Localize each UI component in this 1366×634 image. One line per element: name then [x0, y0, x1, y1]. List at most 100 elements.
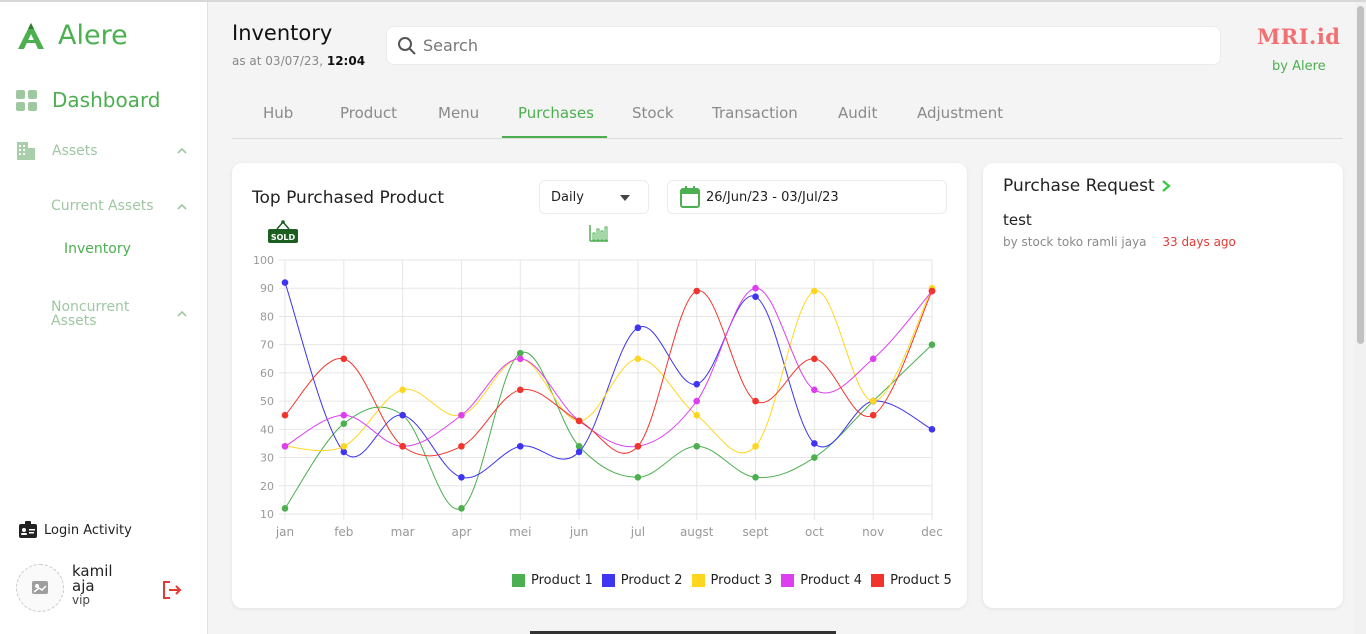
- x-tick-label: apr: [452, 525, 472, 539]
- data-point-product-2: [752, 293, 759, 300]
- date-range-picker[interactable]: 26/Jun/23 - 03/Jul/23: [667, 180, 947, 214]
- period-select[interactable]: Daily: [539, 180, 649, 214]
- legend-item-product-3[interactable]: Product 3: [691, 573, 773, 588]
- sidebar-item-label: Current Assets: [51, 198, 154, 214]
- tab-audit[interactable]: Audit: [838, 104, 877, 122]
- sidebar: Alere Dashboard Assets Current Assets In…: [0, 2, 208, 634]
- line-chart: 10 20 30 40 50 60 70 80 90 100 jan feb mar apr mei jun j…: [253, 254, 943, 539]
- data-point-product-2: [575, 448, 583, 456]
- y-tick-label: 100: [253, 254, 274, 267]
- legend-item-product-4[interactable]: Product 4: [781, 573, 862, 588]
- avatar[interactable]: [16, 564, 64, 612]
- purchase-request-card: Purchase Request test by stock toko raml…: [983, 163, 1343, 608]
- tab-purchases[interactable]: Purchases: [518, 104, 594, 122]
- chevron-up-icon[interactable]: [177, 309, 187, 319]
- x-tick-label: dec: [921, 525, 943, 539]
- sidebar-item-dashboard[interactable]: Dashboard: [16, 88, 161, 112]
- series-line-product-2: [284, 282, 933, 479]
- sidebar-item-noncurrent-assets[interactable]: Noncurrent Assets: [51, 300, 191, 328]
- active-tab-indicator: [502, 136, 607, 138]
- chevron-right-icon: [1161, 180, 1171, 192]
- sold-tag-icon[interactable]: SOLD: [267, 219, 299, 245]
- data-point-product-3: [811, 287, 818, 295]
- data-point-product-1: [752, 474, 759, 481]
- legend-label: Product 5: [890, 573, 952, 588]
- data-point-product-1: [634, 474, 642, 481]
- data-point-product-3: [340, 442, 348, 450]
- sidebar-item-inventory[interactable]: Inventory: [64, 241, 131, 257]
- bar-chart-icon[interactable]: [589, 224, 609, 242]
- y-tick-label: 90: [260, 282, 274, 295]
- tab-bar: Hub Product Menu Purchases Stock Transac…: [232, 90, 1343, 139]
- series-line-product-1: [284, 344, 933, 510]
- data-point-product-4: [811, 386, 818, 394]
- request-age: 33 days ago: [1162, 235, 1236, 249]
- calendar-icon: [680, 186, 700, 208]
- sidebar-item-label: Noncurrent Assets: [51, 299, 130, 329]
- legend-swatch: [601, 574, 615, 587]
- purchase-request-item[interactable]: test by stock toko ramli jaya 33 days ag…: [1003, 211, 1236, 249]
- caret-down-icon: [620, 195, 630, 201]
- data-point-product-5: [693, 287, 701, 295]
- y-tick-label: 80: [260, 310, 274, 323]
- app-name: Alere: [58, 20, 128, 51]
- data-point-product-3: [869, 397, 877, 405]
- legend-label: Product 1: [531, 573, 593, 588]
- chart-title: Top Purchased Product: [252, 188, 445, 208]
- legend-item-product-1[interactable]: Product 1: [512, 573, 593, 588]
- login-activity-link[interactable]: Login Activity: [18, 520, 132, 540]
- data-point-product-5: [575, 417, 583, 425]
- request-name: test: [1003, 211, 1032, 229]
- search-icon: [398, 36, 416, 55]
- data-point-product-4: [281, 442, 289, 450]
- data-point-product-1: [693, 442, 701, 450]
- data-point-product-1: [340, 420, 348, 427]
- x-tick-label: augst: [680, 525, 714, 539]
- tab-adjustment[interactable]: Adjustment: [917, 104, 1003, 122]
- user-profile[interactable]: kamil aja vip: [16, 564, 132, 612]
- sold-badge-text: SOLD: [271, 233, 296, 242]
- legend-item-product-5[interactable]: Product 5: [871, 573, 952, 588]
- search-bar[interactable]: [386, 26, 1221, 65]
- login-activity-label: Login Activity: [44, 522, 132, 538]
- y-tick-label: 20: [260, 480, 274, 493]
- tab-transaction[interactable]: Transaction: [712, 104, 798, 122]
- sidebar-item-assets[interactable]: Assets: [16, 140, 191, 162]
- legend-item-product-2[interactable]: Product 2: [601, 573, 683, 588]
- logout-icon[interactable]: [160, 578, 184, 602]
- chevron-up-icon[interactable]: [177, 202, 187, 212]
- legend-swatch: [781, 574, 795, 587]
- chart-legend: Product 1 Product 2 Product 3 Product 4 Prod…: [512, 573, 961, 588]
- legend-swatch: [691, 574, 705, 587]
- data-point-product-5: [340, 355, 348, 363]
- data-point-product-4: [869, 355, 877, 363]
- purchase-request-header[interactable]: Purchase Request: [1003, 176, 1171, 196]
- x-tick-label: oct: [805, 525, 824, 539]
- data-point-product-4: [516, 355, 524, 363]
- legend-label: Product 3: [710, 573, 773, 588]
- x-tick-label: feb: [334, 525, 353, 539]
- data-point-product-2: [693, 380, 701, 388]
- data-point-product-1: [458, 505, 465, 512]
- tab-stock[interactable]: Stock: [632, 104, 674, 122]
- tab-menu[interactable]: Menu: [438, 104, 479, 122]
- data-point-product-1: [928, 341, 936, 348]
- data-point-product-2: [811, 440, 818, 447]
- chevron-up-icon[interactable]: [177, 146, 187, 156]
- x-tick-label: nov: [862, 525, 884, 539]
- search-input[interactable]: [423, 36, 1203, 55]
- id-badge-icon: [19, 521, 37, 538]
- x-tick-label: jan: [275, 525, 294, 539]
- data-point-product-1: [575, 442, 583, 450]
- app-logo[interactable]: Alere: [16, 20, 128, 51]
- tab-hub[interactable]: Hub: [263, 104, 293, 122]
- data-point-product-5: [458, 442, 465, 450]
- brand-subtitle: by Alere: [1272, 59, 1326, 74]
- data-point-product-2: [928, 426, 936, 433]
- sidebar-item-current-assets[interactable]: Current Assets: [51, 198, 191, 214]
- scrollbar[interactable]: [1355, 2, 1366, 634]
- data-point-product-5: [811, 355, 818, 363]
- scrollbar-thumb[interactable]: [1357, 6, 1364, 344]
- sidebar-item-label: Dashboard: [52, 88, 161, 112]
- tab-product[interactable]: Product: [340, 104, 397, 122]
